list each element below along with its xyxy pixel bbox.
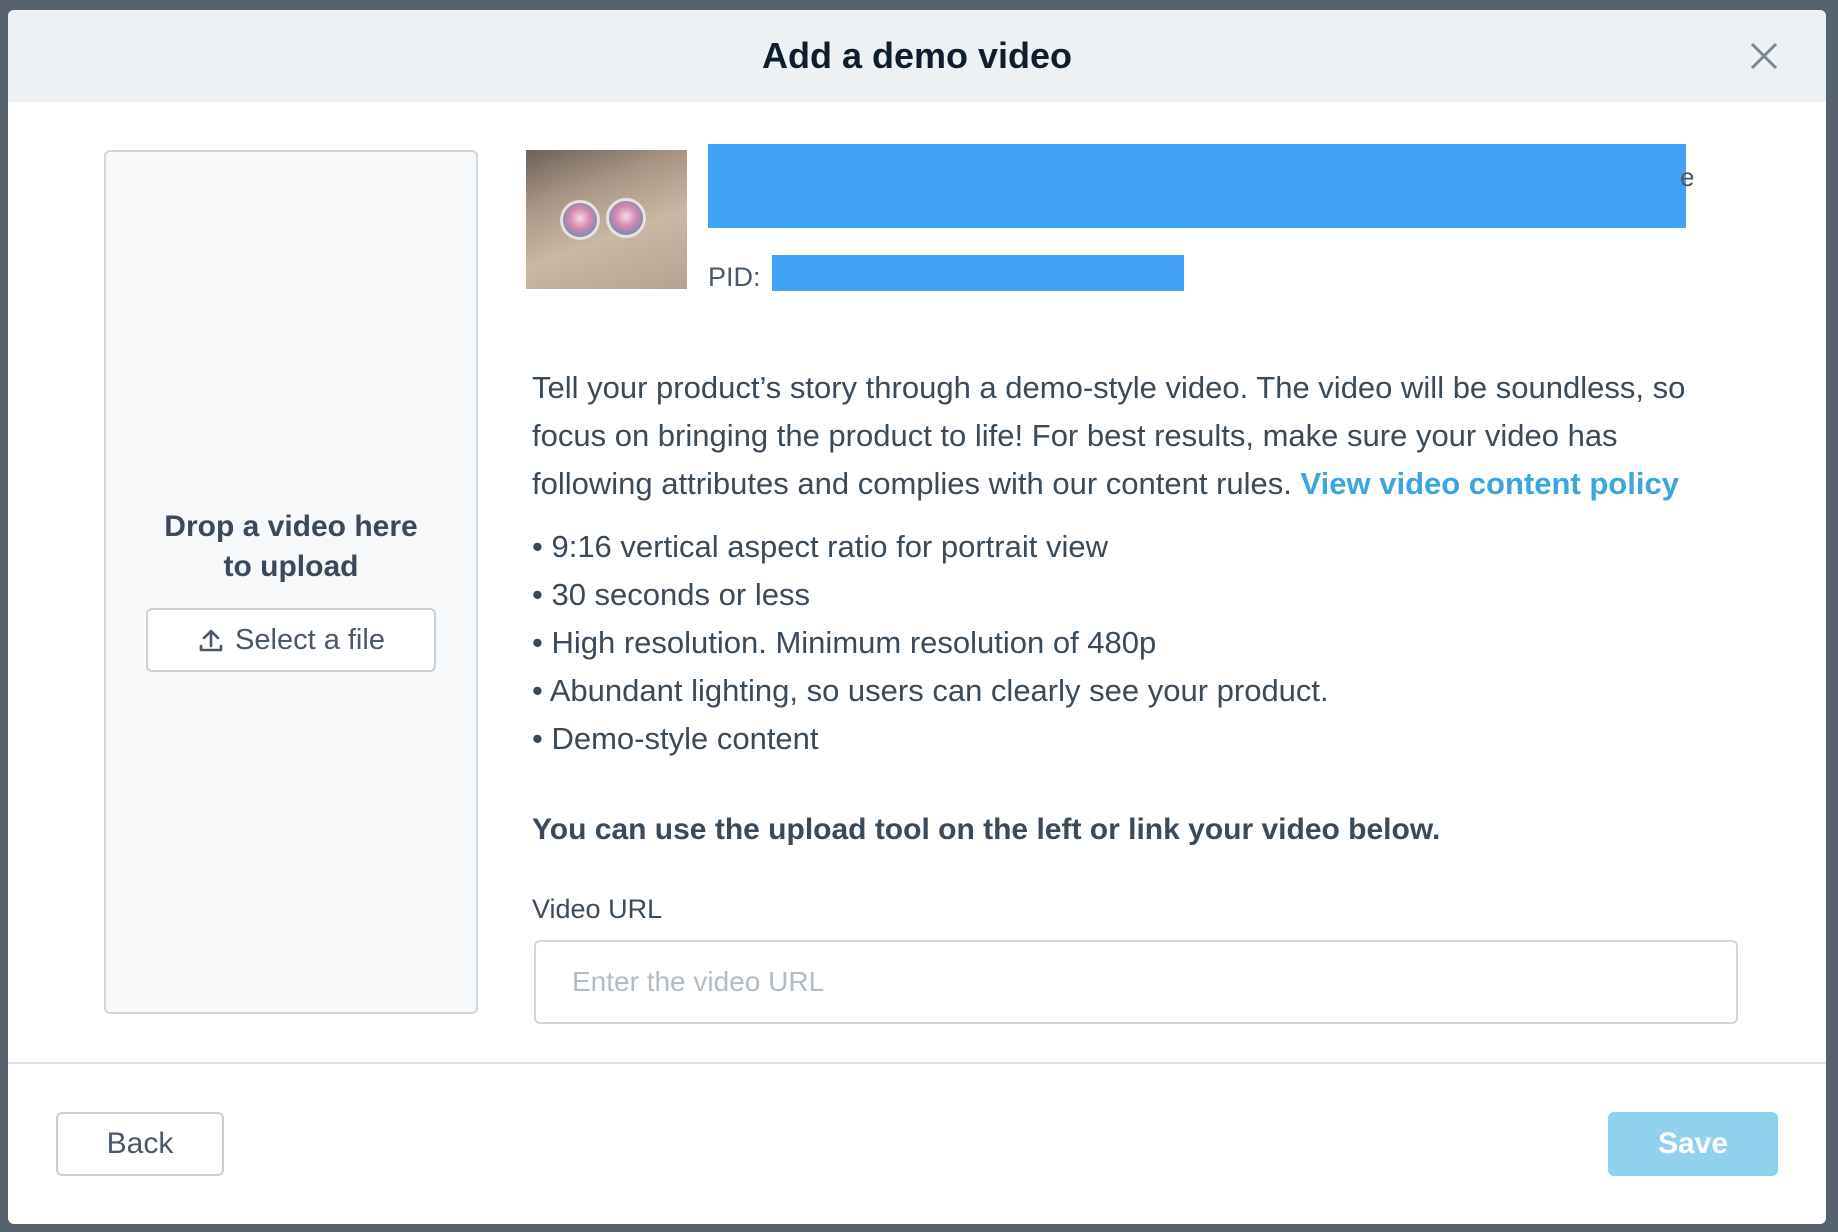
redacted-product-title bbox=[708, 144, 1686, 228]
earring-left bbox=[560, 200, 600, 240]
save-button[interactable]: Save bbox=[1608, 1112, 1778, 1176]
product-thumbnail bbox=[526, 150, 687, 289]
dropzone-text-line1: Drop a video here bbox=[164, 510, 418, 543]
video-url-input[interactable] bbox=[534, 940, 1738, 1024]
requirement-item: • Abundant lighting, so users can clearl… bbox=[532, 673, 1329, 708]
product-title-tail: e bbox=[1680, 162, 1695, 192]
close-button[interactable] bbox=[1744, 36, 1784, 76]
add-demo-video-modal: Add a demo video Drop a video here to up… bbox=[8, 10, 1826, 1224]
back-button[interactable]: Back bbox=[56, 1112, 224, 1176]
requirements-list: • 9:16 vertical aspect ratio for portrai… bbox=[532, 523, 1632, 763]
close-icon bbox=[1750, 42, 1778, 70]
modal-header: Add a demo video bbox=[8, 10, 1826, 102]
requirement-item: • High resolution. Minimum resolution of… bbox=[532, 625, 1157, 660]
modal-title: Add a demo video bbox=[761, 35, 1073, 76]
content-policy-link[interactable]: View video content policy bbox=[1301, 466, 1679, 501]
requirement-item: • 30 seconds or less bbox=[532, 577, 810, 612]
video-url-label: Video URL bbox=[532, 894, 663, 924]
description-text: Tell your product’s story through a demo… bbox=[532, 364, 1732, 508]
requirement-item: • 9:16 vertical aspect ratio for portrai… bbox=[532, 529, 1108, 564]
dropzone-text: Drop a video here to upload bbox=[106, 507, 476, 587]
pid-label: PID: bbox=[708, 262, 761, 292]
select-file-button[interactable]: Select a file bbox=[146, 608, 436, 672]
requirement-item: • Demo-style content bbox=[532, 721, 819, 756]
video-dropzone[interactable]: Drop a video here to upload Select a fil… bbox=[104, 150, 478, 1014]
earring-right bbox=[606, 198, 646, 238]
dropzone-text-line2: to upload bbox=[223, 550, 359, 583]
redacted-pid-value bbox=[772, 255, 1184, 291]
upload-icon bbox=[199, 629, 223, 652]
upload-hint: You can use the upload tool on the left … bbox=[532, 813, 1441, 846]
footer-divider bbox=[8, 1062, 1826, 1064]
select-file-label: Select a file bbox=[235, 623, 385, 656]
